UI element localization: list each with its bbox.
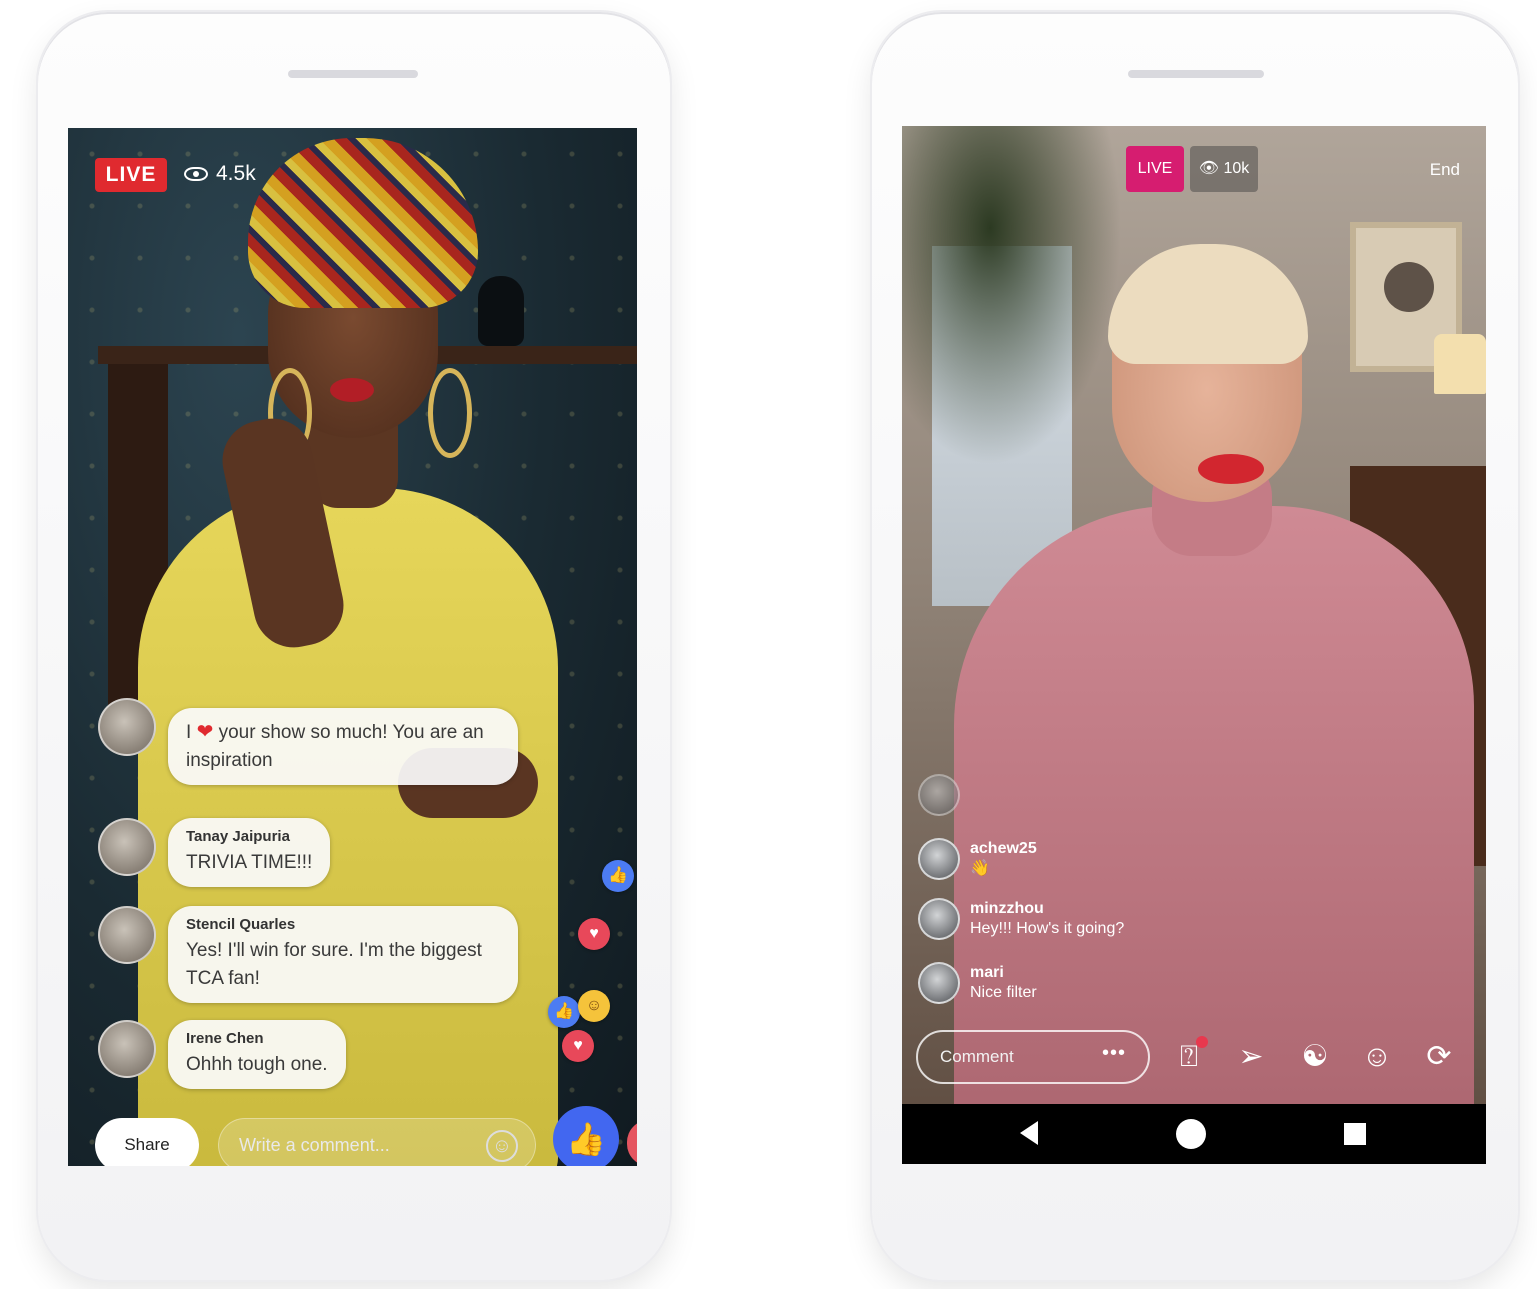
facebook-live-screen: LIVE 4.5k I ❤ your show so much! You are… — [68, 128, 637, 1166]
recents-nav-icon[interactable] — [1344, 1123, 1366, 1145]
avatar[interactable] — [98, 1020, 156, 1078]
comment-text-end: your show so much! You are an inspiratio… — [186, 722, 484, 771]
eye-icon: 👁 — [1198, 160, 1220, 177]
live-comment: mari Nice filter — [918, 962, 1037, 1004]
comment-text: I ❤ your show so much! You are an inspir… — [186, 718, 500, 775]
comment-bubble: I ❤ your show so much! You are an inspir… — [168, 708, 518, 785]
viewer-count: 4.5k — [184, 162, 256, 186]
love-reaction-icon: ♥ — [562, 1030, 594, 1062]
comment-text-start: I — [186, 722, 192, 743]
comment-bubble: Irene Chen Ohhh tough one. — [168, 1020, 346, 1089]
video-lamp — [1434, 334, 1486, 394]
end-button[interactable]: End — [1430, 160, 1460, 180]
avatar[interactable] — [98, 818, 156, 876]
eye-icon — [184, 167, 208, 181]
video-host-lips — [1198, 454, 1264, 484]
phone-speaker — [288, 70, 418, 78]
viewer-count[interactable]: 👁 10k — [1190, 146, 1258, 192]
avatar[interactable] — [918, 898, 960, 940]
live-comment — [918, 774, 970, 816]
avatar[interactable] — [918, 838, 960, 880]
viewer-count-value: 4.5k — [216, 162, 256, 185]
comment-text: Hey!!! How's it going? — [970, 920, 1125, 937]
smiley-icon[interactable]: ☺ — [486, 1130, 518, 1162]
avatar[interactable] — [98, 698, 156, 756]
face-filter-icon[interactable]: ☯ — [1292, 1034, 1338, 1080]
comment-author[interactable]: Stencil Quarles — [186, 916, 500, 933]
video-host-earring — [428, 368, 472, 458]
system-nav-bar — [902, 1104, 1486, 1164]
live-comment: Tanay Jaipuria TRIVIA TIME!!! — [98, 818, 331, 887]
video-vase — [478, 276, 524, 346]
question-sticker-icon[interactable]: ⍰ — [1166, 1034, 1212, 1080]
comment-text: Yes! I'll win for sure. I'm the biggest … — [186, 940, 482, 989]
live-comment: Stencil Quarles Yes! I'll win for sure. … — [98, 906, 518, 1003]
comment-text: Ohhh tough one. — [186, 1054, 328, 1075]
avatar[interactable] — [98, 906, 156, 964]
heart-icon: ❤ — [196, 721, 214, 743]
comment-text: 👋 — [970, 860, 990, 877]
video-plant — [902, 126, 1122, 466]
live-comment: achew25 👋 — [918, 838, 1037, 880]
thumbs-up-icon: 👍 — [602, 860, 634, 892]
comment-author[interactable]: mari — [970, 963, 1037, 983]
avatar[interactable] — [918, 774, 960, 816]
comment-author[interactable]: achew25 — [970, 839, 1037, 859]
live-comment: Irene Chen Ohhh tough one. — [98, 1020, 346, 1089]
thumbs-up-icon[interactable]: 👍 — [553, 1106, 619, 1166]
notification-dot — [1196, 1036, 1208, 1048]
phone-facebook-live: LIVE 4.5k I ❤ your show so much! You are… — [38, 12, 670, 1280]
haha-reaction-icon: ☺ — [578, 990, 610, 1022]
home-nav-icon[interactable] — [1176, 1119, 1206, 1149]
comment-bubble: Stencil Quarles Yes! I'll win for sure. … — [168, 906, 518, 1003]
thumbs-up-icon: 👍 — [548, 996, 580, 1028]
send-icon[interactable]: ➢ — [1228, 1034, 1274, 1080]
phone-speaker — [1128, 70, 1264, 78]
live-badge: LIVE — [95, 158, 167, 192]
face-effect-icon[interactable]: ☺ — [1354, 1034, 1400, 1080]
love-reaction-icon: ♥ — [578, 918, 610, 950]
more-options-button[interactable]: ••• — [1102, 1042, 1126, 1065]
phone-instagram-live: LIVE 👁 10k End achew25 👋 minzzhou Hey!!!… — [872, 12, 1518, 1280]
question-sticker-glyph: ⍰ — [1180, 1040, 1198, 1073]
comment-bubble: Tanay Jaipuria TRIVIA TIME!!! — [168, 818, 331, 887]
back-nav-icon[interactable] — [1020, 1121, 1038, 1145]
comment-author[interactable]: Irene Chen — [186, 1030, 328, 1047]
video-host-mouth — [330, 378, 374, 402]
avatar[interactable] — [918, 962, 960, 1004]
comment-text: Nice filter — [970, 984, 1037, 1001]
live-comment: minzzhou Hey!!! How's it going? — [918, 898, 1124, 940]
comment-author[interactable]: minzzhou — [970, 899, 1124, 919]
live-badge: LIVE — [1126, 146, 1184, 192]
viewer-count-value: 10k — [1223, 160, 1250, 177]
flip-camera-icon[interactable]: ⟳ — [1416, 1034, 1462, 1080]
live-comment: I ❤ your show so much! You are an inspir… — [98, 698, 518, 785]
comment-author[interactable]: Tanay Jaipuria — [186, 828, 312, 845]
share-button[interactable]: Share — [95, 1118, 199, 1166]
comment-text: TRIVIA TIME!!! — [186, 852, 313, 873]
stage: LIVE 4.5k I ❤ your show so much! You are… — [0, 0, 1537, 1289]
instagram-live-screen: LIVE 👁 10k End achew25 👋 minzzhou Hey!!!… — [902, 126, 1486, 1164]
